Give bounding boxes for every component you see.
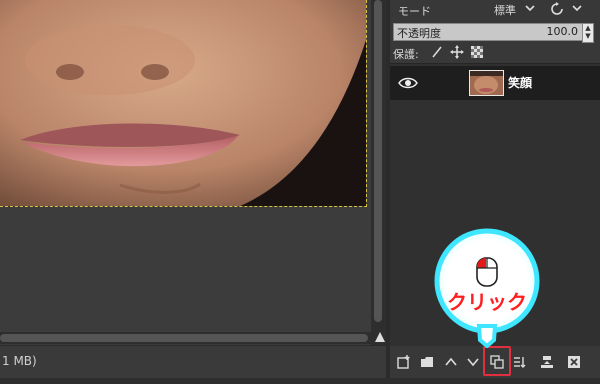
eye-icon[interactable] bbox=[398, 75, 418, 94]
chevron-down-icon[interactable] bbox=[572, 3, 582, 16]
mode-row: モード 標準 bbox=[390, 0, 600, 20]
chevron-down-icon[interactable] bbox=[525, 3, 535, 16]
layers-toolbar bbox=[390, 346, 600, 376]
delete-layer-icon[interactable] bbox=[565, 353, 583, 371]
mode-select[interactable]: 標準 bbox=[494, 2, 516, 18]
lock-pixels-icon[interactable] bbox=[430, 45, 444, 62]
layer-name[interactable]: 笑顔 bbox=[508, 74, 532, 91]
horizontal-scrollbar[interactable] bbox=[0, 332, 371, 344]
mouse-icon bbox=[476, 257, 498, 287]
vertical-scrollbar[interactable] bbox=[371, 0, 386, 332]
horizontal-scroll-thumb[interactable] bbox=[0, 334, 368, 342]
click-label: クリック bbox=[447, 290, 527, 314]
opacity-label: 不透明度 bbox=[397, 27, 441, 40]
duplicate-button-highlight bbox=[483, 346, 511, 376]
lock-label: 保護: bbox=[393, 48, 419, 61]
status-text: 1 MB) bbox=[2, 354, 37, 368]
layer-row[interactable]: 笑顔 bbox=[390, 66, 600, 100]
photo-image bbox=[0, 0, 367, 207]
opacity-field[interactable]: 不透明度 100.0 bbox=[393, 23, 583, 41]
opacity-value: 100.0 bbox=[546, 25, 579, 38]
merge-layer-icon[interactable] bbox=[538, 353, 556, 371]
new-layer-icon[interactable] bbox=[394, 353, 412, 371]
lock-row: 保護: bbox=[390, 44, 600, 62]
image-canvas[interactable] bbox=[0, 0, 371, 332]
anchor-layer-icon[interactable] bbox=[510, 353, 528, 371]
status-bar: 1 MB) bbox=[0, 345, 388, 379]
raise-layer-icon[interactable] bbox=[442, 353, 460, 371]
opacity-stepper[interactable]: ▲ ▼ bbox=[582, 23, 594, 43]
layer-thumbnail[interactable] bbox=[469, 70, 504, 96]
lock-alpha-icon[interactable] bbox=[470, 45, 484, 62]
reset-mode-icon[interactable] bbox=[550, 2, 566, 19]
lower-layer-icon[interactable] bbox=[464, 353, 482, 371]
bottom-strip bbox=[0, 378, 600, 384]
new-layer-group-icon[interactable] bbox=[418, 353, 436, 371]
lock-position-icon[interactable] bbox=[450, 45, 464, 62]
vertical-scroll-thumb[interactable] bbox=[374, 0, 382, 322]
mode-label: モード bbox=[398, 5, 431, 18]
